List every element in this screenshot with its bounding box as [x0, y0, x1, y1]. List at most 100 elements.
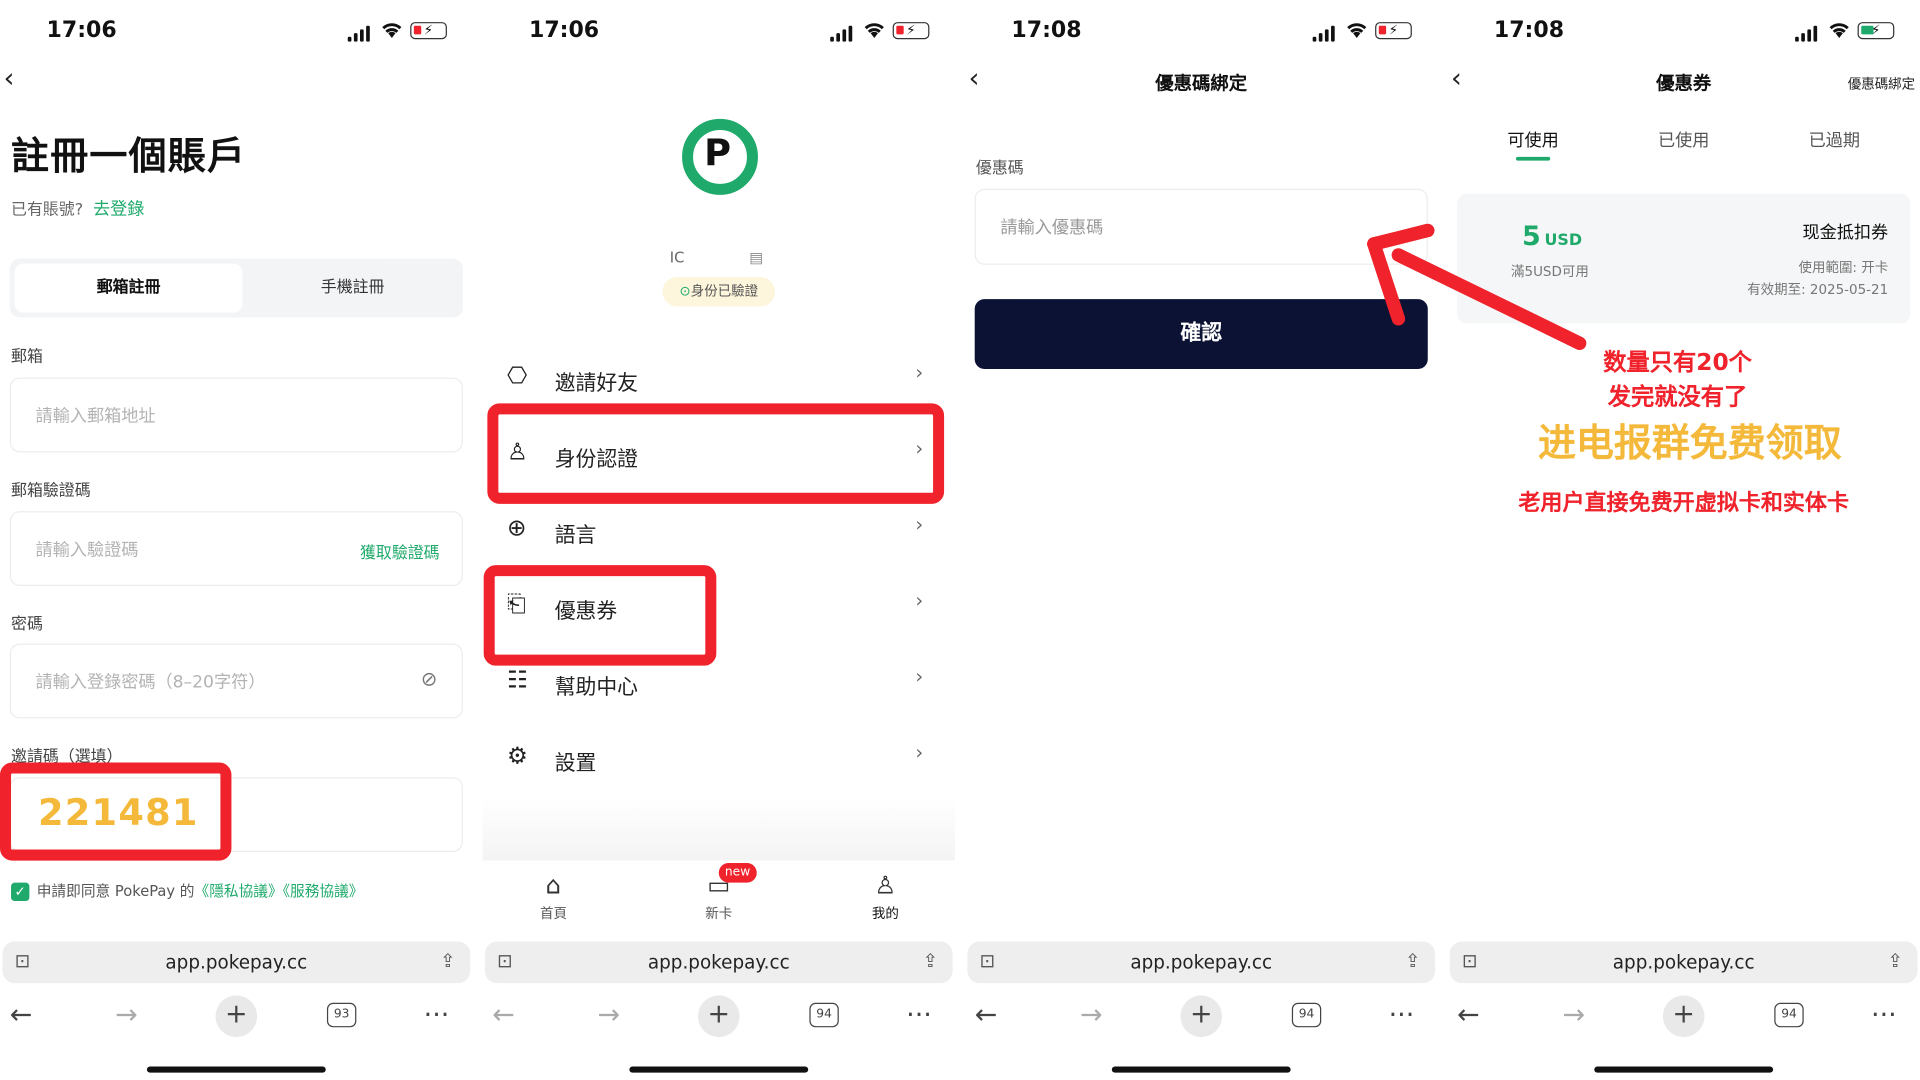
- code-placeholder: 請輸入驗證碼: [35, 540, 139, 561]
- more-icon[interactable]: ···: [1871, 1000, 1897, 1031]
- menu-language[interactable]: ⊕ 語言 ›: [500, 500, 941, 561]
- amount-value: 5: [1522, 221, 1541, 253]
- confirm-button[interactable]: 確認: [974, 299, 1428, 369]
- tab-count-icon[interactable]: 94: [1774, 1002, 1804, 1028]
- signal-icon: [347, 25, 375, 42]
- browser-toolbar: ← → + 94 ···: [1447, 995, 1920, 1038]
- share-icon[interactable]: ⇪: [923, 950, 938, 972]
- get-code-button[interactable]: 獲取驗證碼: [360, 539, 440, 562]
- tab-email-register[interactable]: 郵箱註冊: [14, 263, 243, 313]
- more-icon[interactable]: ···: [906, 1000, 932, 1031]
- chevron-right-icon: ›: [915, 588, 924, 612]
- tab-phone-register[interactable]: 手機註冊: [242, 264, 462, 313]
- coupon-amount: 5 USD: [1522, 222, 1582, 253]
- code-field[interactable]: 請輸入驗證碼 獲取驗證碼: [9, 511, 463, 586]
- url-text: app.pokepay.cc: [1612, 951, 1755, 974]
- address-bar[interactable]: ⊡ app.pokepay.cc ⇪: [1449, 941, 1918, 984]
- new-tab-icon[interactable]: +: [1662, 995, 1705, 1038]
- agreement-row: ✓ 申請即同意 PokePay 的《隱私協議》《服務協議》: [11, 880, 364, 902]
- tab-count-icon[interactable]: 94: [809, 1002, 839, 1028]
- tab-label: 我的: [871, 905, 899, 922]
- new-tab-icon[interactable]: +: [1180, 995, 1223, 1038]
- share-icon[interactable]: ⇪: [1405, 950, 1420, 972]
- forward-arrow-icon[interactable]: →: [1562, 1000, 1585, 1031]
- wifi-icon: [864, 23, 884, 39]
- tab-available[interactable]: 可使用: [1478, 127, 1588, 152]
- more-icon[interactable]: ···: [1389, 1000, 1415, 1031]
- more-icon[interactable]: ···: [424, 1000, 450, 1031]
- email-label: 郵箱: [11, 348, 43, 367]
- annotation-line-3: 进电报群免费领取: [1537, 421, 1842, 466]
- url-text: app.pokepay.cc: [647, 951, 790, 974]
- content-fade: [482, 796, 956, 861]
- eye-off-icon[interactable]: ⊘: [421, 667, 437, 690]
- address-bar[interactable]: ⊡ app.pokepay.cc ⇪: [2, 941, 471, 984]
- coupon-expiry: 有效期至: 2025-05-21: [1747, 281, 1889, 298]
- address-bar[interactable]: ⊡ app.pokepay.cc ⇪: [967, 941, 1436, 984]
- share-icon[interactable]: ⇪: [440, 950, 455, 972]
- service-link[interactable]: 《服務協議》: [283, 883, 364, 900]
- agree-text: 申請即同意 PokePay 的: [36, 882, 195, 900]
- logo-letter: P: [704, 132, 732, 176]
- share-icon[interactable]: ⇪: [1887, 950, 1902, 972]
- verified-text: 身份已驗證: [690, 283, 759, 300]
- chevron-right-icon: ›: [915, 512, 924, 536]
- menu-invite-friends[interactable]: ⎔ 邀請好友 ›: [500, 348, 941, 409]
- coupon-highlight: [483, 565, 717, 666]
- screenshot-collage: 17:06 ⚡ ‹ 註冊一個賬戶 已有賬號? 去登錄 郵箱註冊 手機註冊 郵箱 請…: [0, 0, 1920, 1080]
- home-icon: ⌂: [545, 870, 562, 900]
- address-bar[interactable]: ⊡ app.pokepay.cc ⇪: [484, 941, 953, 984]
- battery-icon: ⚡: [1375, 22, 1412, 40]
- signal-icon: [830, 25, 857, 42]
- coupon-code-input[interactable]: 請輸入優惠碼: [974, 188, 1428, 265]
- status-bar: 17:06 ⚡: [482, 12, 955, 49]
- forward-arrow-icon[interactable]: →: [598, 1000, 621, 1031]
- verified-badge: ⊙身份已驗證: [662, 277, 776, 307]
- back-arrow-icon[interactable]: ←: [975, 1000, 998, 1031]
- new-tab-icon[interactable]: +: [697, 995, 740, 1038]
- check-circle-icon: ⊙: [679, 283, 691, 300]
- url-text: app.pokepay.cc: [1130, 951, 1273, 974]
- status-time: 17:08: [1011, 17, 1082, 43]
- gear-icon: ⚙: [506, 742, 528, 770]
- back-arrow-icon[interactable]: ←: [10, 1000, 33, 1031]
- tab-count-icon[interactable]: 94: [1291, 1002, 1322, 1028]
- tab-home[interactable]: ⌂ 首頁: [517, 870, 590, 923]
- annotation-line-4: 老用户直接免费开虚拟卡和实体卡: [1518, 490, 1849, 517]
- wifi-icon: [1829, 23, 1849, 39]
- bind-code-screen: 17:08 ⚡ ‹ 優惠碼綁定 優惠碼 請輸入優惠碼 確認 ⊡ app.pokep…: [964, 0, 1438, 1080]
- password-field[interactable]: 請輸入登錄密碼（8–20字符） ⊘: [9, 643, 463, 719]
- agree-checkbox[interactable]: ✓: [11, 882, 30, 902]
- status-bar: 17:06 ⚡: [0, 12, 473, 49]
- password-placeholder: 請輸入登錄密碼（8–20字符）: [35, 673, 266, 693]
- register-screen: 17:06 ⚡ ‹ 註冊一個賬戶 已有賬號? 去登錄 郵箱註冊 手機註冊 郵箱 請…: [0, 0, 473, 1080]
- forward-arrow-icon[interactable]: →: [115, 1000, 138, 1031]
- login-link[interactable]: 去登錄: [93, 200, 144, 220]
- email-placeholder: 請輸入郵箱地址: [35, 406, 156, 427]
- back-arrow-icon[interactable]: ←: [1457, 1000, 1480, 1031]
- tab-expired[interactable]: 已過期: [1779, 127, 1889, 152]
- identity-highlight: [487, 403, 945, 504]
- signal-icon: [1312, 25, 1340, 42]
- copy-icon[interactable]: ▤: [749, 249, 763, 266]
- back-icon[interactable]: ‹: [4, 66, 15, 93]
- tab-mine[interactable]: ♙ 我的: [849, 870, 922, 923]
- menu-label: 語言: [554, 523, 597, 548]
- new-tab-icon[interactable]: +: [215, 995, 258, 1038]
- email-field[interactable]: 請輸入郵箱地址: [9, 377, 463, 453]
- home-indicator: [1111, 1066, 1291, 1073]
- annotation-line-2: 发完就没有了: [1607, 383, 1748, 411]
- coupons-screen: 17:08 ⚡ ‹ 優惠券 優惠碼綁定 可使用 已使用 已過期 5 USD 滿5U…: [1447, 0, 1920, 1080]
- person-icon: ♙: [874, 870, 897, 900]
- status-bar: 17:08 ⚡: [965, 12, 1438, 49]
- forward-arrow-icon[interactable]: →: [1080, 1000, 1103, 1031]
- menu-settings[interactable]: ⚙ 設置 ›: [500, 728, 941, 789]
- help-doc-icon: ☷: [506, 666, 528, 694]
- coupon-card[interactable]: 5 USD 滿5USD可用 现金抵扣券 使用範圍: 开卡 有效期至: 2025-0…: [1457, 193, 1911, 324]
- tab-used[interactable]: 已使用: [1629, 127, 1739, 152]
- bind-code-link[interactable]: 優惠碼綁定: [1848, 74, 1915, 94]
- back-arrow-icon[interactable]: ←: [492, 1000, 515, 1031]
- privacy-link[interactable]: 《隱私協議》: [195, 883, 283, 900]
- profile-screen: 17:06 ⚡ P IC ▤ ⊙身份已驗證 ⎔ 邀請好友 › ♙ 身份認證 › ⊕ 語言 ›…: [482, 0, 956, 1080]
- tab-count-icon[interactable]: 93: [326, 1002, 357, 1028]
